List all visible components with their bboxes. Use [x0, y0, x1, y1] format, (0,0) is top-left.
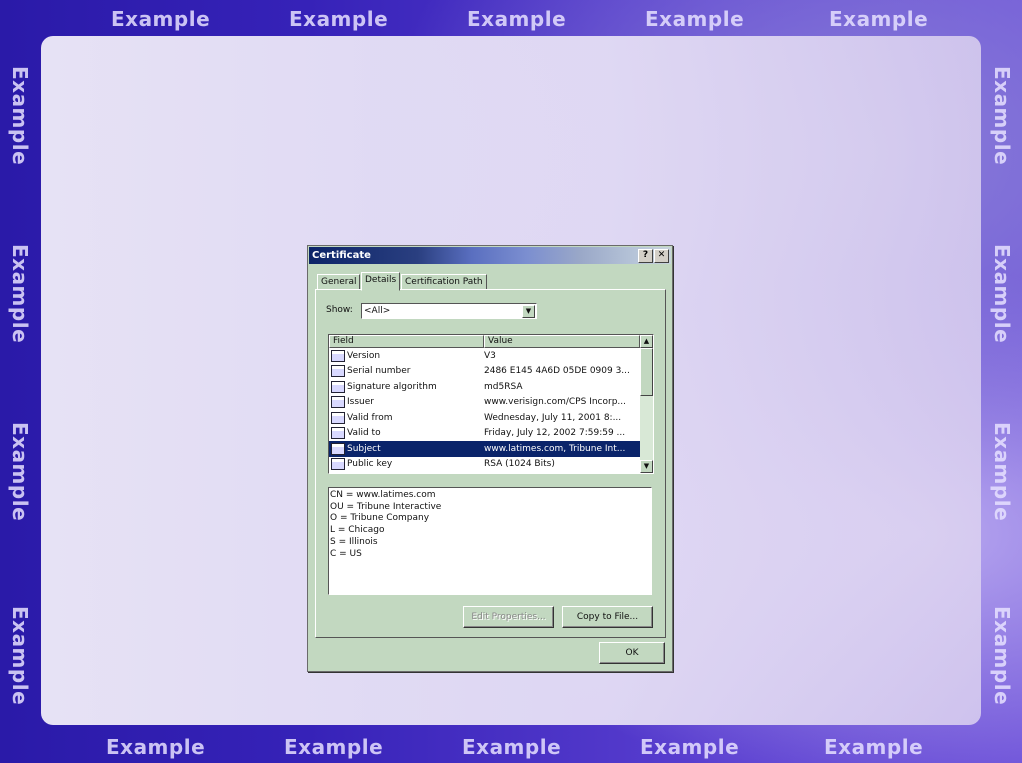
scroll-up-button[interactable]: ▲	[640, 335, 653, 348]
field-cell: Subject	[329, 442, 484, 455]
list-item[interactable]: Serial number 2486 E145 4A6D 05DE 0909 3.…	[329, 364, 653, 380]
field-cell: Public key	[329, 458, 484, 471]
watermark-text: Example	[640, 735, 740, 759]
list-item[interactable]: Signature algorithm md5RSA	[329, 379, 653, 395]
watermark-text: Example	[467, 7, 567, 31]
list-header: Field Value	[329, 335, 653, 348]
help-icon: ?	[642, 250, 649, 260]
certificate-field-icon	[331, 411, 345, 424]
watermark-text: Example	[8, 244, 32, 344]
detail-line: L = Chicago	[330, 525, 385, 536]
field-value: Wednesday, July 11, 2001 8:...	[484, 412, 622, 423]
field-cell: Valid from	[329, 411, 484, 424]
field-cell: Issuer	[329, 396, 484, 409]
detail-line: C = US	[330, 548, 362, 559]
scroll-thumb[interactable]	[640, 348, 653, 396]
dialog-titlebar[interactable]: Certificate ? ✕	[309, 247, 671, 264]
watermark-text: Example	[111, 7, 211, 31]
list-item[interactable]: Issuer www.verisign.com/CPS Incorp...	[329, 395, 653, 411]
field-value: www.latimes.com, Tribune Int...	[484, 443, 626, 454]
certificate-field-icon	[331, 349, 345, 362]
list-item[interactable]: Version V3	[329, 348, 653, 364]
watermark-text: Example	[990, 606, 1014, 706]
column-header-value[interactable]: Value	[484, 335, 640, 348]
watermark-text: Example	[645, 7, 745, 31]
list-item[interactable]: Valid from Wednesday, July 11, 2001 8:...	[329, 410, 653, 426]
watermark-text: Example	[106, 735, 206, 759]
details-tab-panel: Show: <All> ▼ Field Value Version V3 Seria…	[315, 289, 666, 638]
show-label: Show:	[326, 305, 353, 315]
field-cell: Serial number	[329, 365, 484, 378]
close-button[interactable]: ✕	[654, 249, 669, 263]
field-value-detail[interactable]: CN = www.latimes.com OU = Tribune Intera…	[328, 487, 652, 595]
watermark-text: Example	[824, 735, 924, 759]
list-item[interactable]: Public key RSA (1024 Bits)	[329, 457, 653, 473]
certificate-field-icon	[331, 365, 345, 378]
certificate-field-icon	[331, 396, 345, 409]
field-list: Field Value Version V3 Serial number 2486 E…	[328, 334, 654, 474]
detail-line: S = Illinois	[330, 536, 378, 547]
tab-details[interactable]: Details	[361, 272, 401, 291]
certificate-field-icon	[331, 458, 345, 471]
show-dropdown[interactable]: <All> ▼	[361, 303, 537, 319]
field-name: Valid from	[347, 412, 393, 423]
watermark-text: Example	[462, 735, 562, 759]
detail-line: CN = www.latimes.com	[330, 490, 436, 500]
field-cell: Signature algorithm	[329, 380, 484, 393]
field-cell: Version	[329, 349, 484, 362]
certificate-field-icon	[331, 427, 345, 440]
watermark-text: Example	[829, 7, 929, 31]
field-value: md5RSA	[484, 381, 523, 392]
field-value: V3	[484, 350, 496, 361]
list-item[interactable]: Subject www.latimes.com, Tribune Int...	[329, 441, 653, 457]
field-value: RSA (1024 Bits)	[484, 459, 555, 470]
ok-button[interactable]: OK	[599, 642, 665, 664]
tab-general[interactable]: General	[317, 274, 361, 290]
field-name: Public key	[347, 459, 393, 470]
watermark-text: Example	[289, 7, 389, 31]
show-dropdown-value: <All>	[364, 306, 391, 316]
field-value: Friday, July 12, 2002 7:59:59 ...	[484, 428, 626, 439]
certificate-dialog: Certificate ? ✕ General Details Certific…	[307, 245, 673, 672]
close-icon: ✕	[657, 250, 666, 260]
watermark-text: Example	[8, 422, 32, 522]
field-name: Version	[347, 350, 381, 361]
field-name: Serial number	[347, 366, 411, 377]
column-header-field[interactable]: Field	[329, 335, 484, 348]
watermark-text: Example	[990, 422, 1014, 522]
list-rows: Version V3 Serial number 2486 E145 4A6D 05D…	[329, 348, 653, 472]
edit-properties-button[interactable]: Edit Properties...	[463, 606, 554, 628]
scroll-down-button[interactable]: ▼	[640, 460, 653, 473]
watermark-text: Example	[284, 735, 384, 759]
field-cell: Valid to	[329, 427, 484, 440]
detail-line: O = Tribune Company	[330, 513, 430, 524]
field-name: Issuer	[347, 397, 374, 408]
watermark-text: Example	[990, 244, 1014, 344]
watermark-text: Example	[990, 66, 1014, 166]
field-name: Signature algorithm	[347, 381, 437, 392]
watermark-text: Example	[8, 606, 32, 706]
field-name: Subject	[347, 443, 381, 454]
tab-certification-path[interactable]: Certification Path	[401, 274, 487, 290]
copy-to-file-button[interactable]: Copy to File...	[562, 606, 653, 628]
list-item[interactable]: Valid to Friday, July 12, 2002 7:59:59 ..…	[329, 426, 653, 442]
watermark-text: Example	[8, 66, 32, 166]
dialog-title: Certificate	[312, 250, 371, 261]
field-value: www.verisign.com/CPS Incorp...	[484, 397, 626, 408]
field-name: Valid to	[347, 428, 381, 439]
help-button[interactable]: ?	[638, 249, 653, 263]
certificate-field-icon	[331, 442, 345, 455]
detail-line: OU = Tribune Interactive	[330, 501, 442, 512]
vertical-scrollbar[interactable]: ▲ ▼	[640, 335, 653, 473]
certificate-field-icon	[331, 380, 345, 393]
field-value: 2486 E145 4A6D 05DE 0909 3...	[484, 366, 630, 377]
chevron-down-icon[interactable]: ▼	[522, 305, 535, 318]
